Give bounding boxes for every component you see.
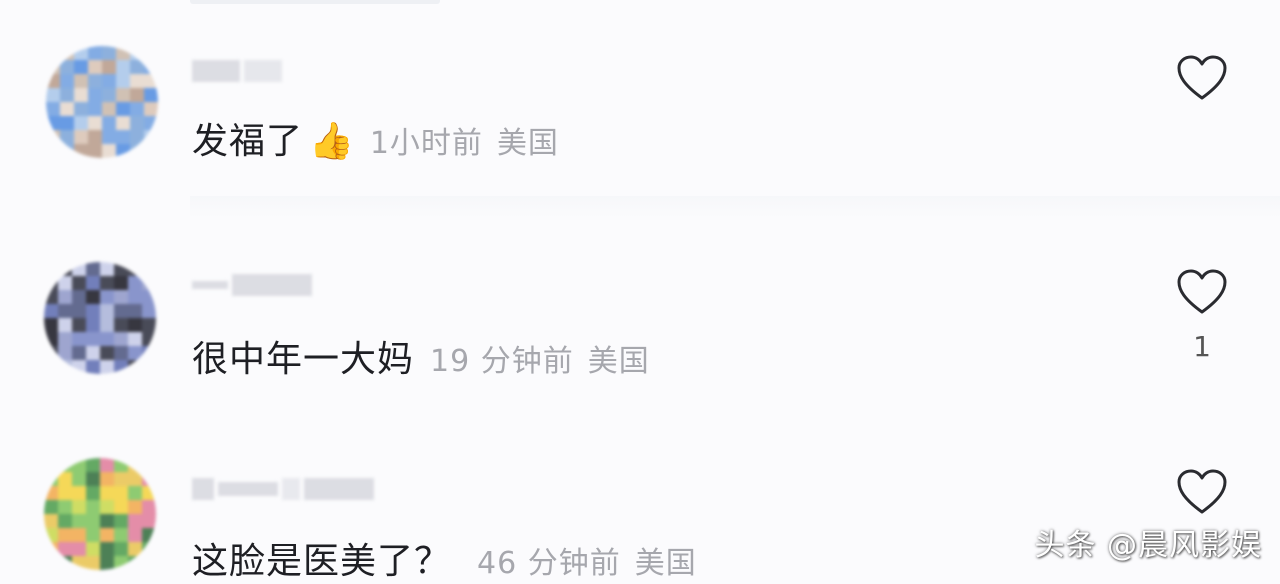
comment-time: 46 分钟前 — [477, 546, 621, 581]
heart-outline-icon — [1177, 469, 1227, 514]
previous-comment-edge — [190, 0, 440, 4]
username-blurred[interactable] — [192, 474, 374, 504]
comment-location: 美国 — [496, 126, 559, 161]
comment-text: 发福了 — [192, 121, 304, 162]
avatar[interactable] — [44, 262, 156, 374]
heart-outline-icon — [1177, 55, 1227, 100]
avatar[interactable] — [44, 458, 156, 570]
like-button[interactable]: 1 — [1172, 268, 1232, 363]
comment-text: 很中年一大妈 — [192, 339, 415, 380]
comment-meta: 46 分钟前 美国 — [477, 538, 697, 582]
like-button[interactable] — [1172, 468, 1232, 516]
comment-time: 1小时前 — [369, 126, 483, 161]
comment-divider — [190, 196, 1280, 218]
comment-location: 美国 — [587, 344, 650, 379]
comment-text: 这脸是医美了？ — [192, 541, 452, 582]
heart-outline-icon — [1177, 269, 1227, 314]
username-blurred[interactable] — [192, 270, 312, 300]
like-button[interactable] — [1172, 54, 1232, 102]
like-count: 1 — [1193, 330, 1211, 363]
comment-meta: 19 分钟前 美国 — [430, 336, 650, 380]
thumbs-up-emoji: 👍 — [309, 121, 354, 162]
username-blurred[interactable] — [192, 56, 282, 86]
comment-time: 19 分钟前 — [430, 344, 574, 379]
comment-location: 美国 — [634, 546, 697, 581]
avatar[interactable] — [46, 46, 158, 158]
comment-meta: 1小时前 美国 — [370, 118, 559, 162]
watermark: 头条 @晨风影娱 — [1034, 528, 1262, 563]
